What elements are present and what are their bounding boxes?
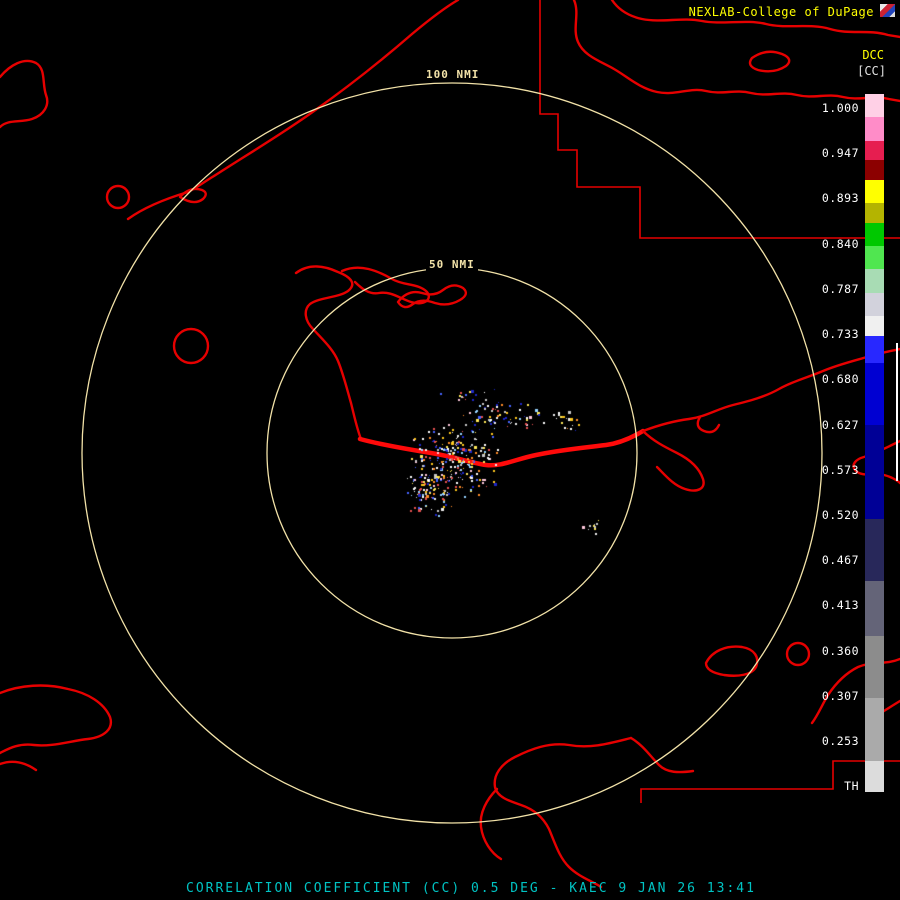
scale-tick-label: 1.000	[821, 101, 859, 115]
colorbar-segment	[865, 581, 884, 636]
scale-tick-label: 0.893	[821, 191, 859, 206]
colorbar-segment	[865, 425, 884, 520]
range-ring-label-50nmi: 50 NMI	[426, 258, 478, 271]
site-title: NEXLAB-College of DuPage	[688, 5, 874, 19]
scale-ticks: 1.000 0.947 0.893 0.840 0.787 0.733 0.680 0.627…	[821, 101, 859, 794]
scale-tick-label: 0.787	[821, 281, 859, 296]
colorbar-segment	[865, 203, 884, 223]
colorbar-segment	[865, 179, 884, 204]
colorbar-segment	[865, 760, 884, 792]
scale-tick-label: 0.573	[821, 462, 859, 477]
legend-product-code: DCC	[862, 48, 884, 62]
scale-tick-label: 0.520	[821, 507, 859, 522]
colorbar-segment	[865, 316, 884, 336]
scale-tick-label: 0.840	[821, 236, 859, 251]
scale-tick-label: TH	[844, 779, 859, 794]
colorbar-segment	[865, 160, 884, 180]
colorbar-segment	[865, 269, 884, 293]
scale-tick-label: 0.627	[821, 417, 859, 432]
colorbar-segment	[865, 117, 884, 141]
radar-viewport: NEXLAB-College of DuPage DCC [CC] 1.000 0…	[0, 0, 900, 900]
range-ring-label-100nmi: 100 NMI	[423, 68, 483, 81]
scale-tick-label: 0.733	[821, 327, 859, 342]
colorbar-segment	[865, 698, 884, 761]
scale-tick-label: 0.467	[821, 553, 859, 568]
colorbar-segment	[865, 246, 884, 270]
status-bar-text: CORRELATION COEFFICIENT (CC) 0.5 DEG - K…	[186, 881, 756, 896]
scale-tick-label: 0.253	[821, 734, 859, 749]
colorbar-segment	[865, 636, 884, 699]
colorbar-segment	[865, 519, 884, 582]
colorbar-segment	[865, 292, 884, 317]
cod-logo-icon	[880, 4, 895, 17]
scale-tick-label: 0.413	[821, 598, 859, 613]
scale-tick-label: 0.307	[821, 688, 859, 703]
colorbar-segment	[865, 222, 884, 247]
scale-tick-label: 0.680	[821, 372, 859, 387]
colorbar-segment	[865, 140, 884, 161]
radar-echoes	[0, 0, 900, 900]
scale-tick-label: 0.360	[821, 643, 859, 658]
colorbar	[865, 94, 884, 792]
legend-units-label: [CC]	[857, 64, 886, 78]
colorbar-segment	[865, 94, 884, 118]
colorbar-segment	[865, 335, 884, 364]
scale-tick-label: 0.947	[821, 146, 859, 161]
colorbar-segment	[865, 363, 884, 426]
